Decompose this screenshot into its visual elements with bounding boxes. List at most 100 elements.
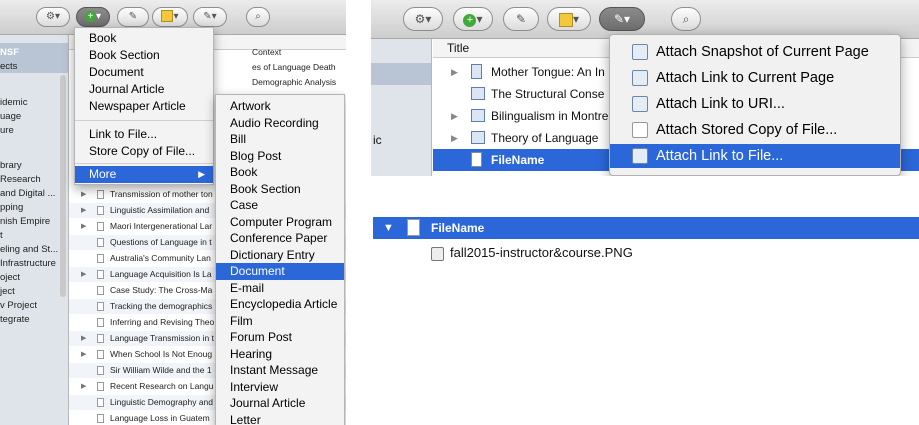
sidebar-item[interactable]: brary — [0, 160, 22, 171]
submenu-item[interactable]: Encyclopedia Article — [216, 296, 344, 313]
row-title: Sir William Wilde and the 1 — [110, 365, 212, 375]
menu-item-attach-link-current-page[interactable]: Attach Link to Current Page — [610, 66, 900, 90]
submenu-item[interactable]: Book — [216, 164, 344, 181]
expand-arrow-icon[interactable]: ▶ — [81, 219, 86, 234]
attachment-button[interactable]: ✎▾ — [599, 7, 645, 31]
sidebar-item[interactable]: ects — [0, 61, 17, 72]
new-item-menu: Book Book Section Document Journal Artic… — [74, 27, 214, 185]
submenu-item[interactable]: Blog Post — [216, 148, 344, 165]
search-button[interactable]: ⌕ — [246, 7, 270, 27]
new-item-from-identifier-button[interactable]: ✎ — [503, 7, 539, 31]
sidebar-item[interactable]: ure — [0, 125, 14, 136]
dropdown-arrow-icon: ▾ — [173, 11, 179, 22]
menu-item-newspaper-article[interactable]: Newspaper Article — [75, 98, 213, 115]
sidebar-item[interactable]: ject — [0, 286, 15, 297]
document-icon — [97, 414, 104, 423]
gear-icon: ⚙ — [414, 12, 426, 26]
row-title: Transmission of mother ton — [110, 189, 213, 199]
submenu-item[interactable]: Letter — [216, 412, 344, 425]
menu-item-label: Blog Post — [230, 148, 282, 163]
sidebar-item[interactable]: NSF — [0, 47, 19, 58]
menu-item-more[interactable]: More ▶ — [75, 166, 213, 183]
menu-item-attach-snapshot[interactable]: Attach Snapshot of Current Page — [610, 40, 900, 64]
search-button[interactable]: ⌕ — [671, 7, 701, 31]
sidebar-item[interactable]: nish Empire — [0, 216, 50, 227]
sidebar-item[interactable]: tegrate — [0, 314, 30, 325]
sidebar-item[interactable]: pping — [0, 202, 23, 213]
menu-item-attach-link-uri[interactable]: Attach Link to URI... — [610, 92, 900, 116]
link-file-icon — [632, 148, 648, 164]
selected-collection-highlight — [371, 63, 431, 85]
expand-arrow-icon[interactable]: ▶ — [451, 105, 458, 127]
sidebar-item[interactable]: and Digital ... — [0, 188, 55, 199]
submenu-item[interactable]: Computer Program — [216, 214, 344, 231]
menu-item-journal-article[interactable]: Journal Article — [75, 81, 213, 98]
sidebar-item[interactable]: uage — [0, 111, 21, 122]
submenu-item[interactable]: Journal Article — [216, 395, 344, 412]
document-icon — [97, 254, 104, 263]
submenu-item[interactable]: Conference Paper — [216, 230, 344, 247]
actions-gear-button[interactable]: ⚙▾ — [403, 7, 443, 31]
expand-arrow-icon[interactable]: ▶ — [81, 347, 86, 362]
document-icon — [632, 122, 648, 138]
row-title: Australia's Community Lan — [110, 253, 211, 263]
submenu-item[interactable]: Audio Recording — [216, 115, 344, 132]
menu-item-label: Encyclopedia Article — [230, 297, 338, 311]
expand-arrow-icon[interactable]: ▶ — [81, 203, 86, 218]
menu-item-book-section[interactable]: Book Section — [75, 47, 213, 64]
expand-arrow-icon[interactable]: ▶ — [451, 127, 458, 149]
sidebar-item[interactable]: Infrastructure — [0, 258, 56, 269]
submenu-item[interactable]: Artwork — [216, 98, 344, 115]
expand-arrow-icon[interactable]: ▶ — [81, 187, 86, 202]
submenu-item[interactable]: Film — [216, 313, 344, 330]
sidebar-item[interactable]: eling and St... — [0, 244, 58, 255]
dropdown-arrow-icon: ▾ — [211, 11, 217, 22]
menu-item-store-copy-of-file[interactable]: Store Copy of File... — [75, 143, 213, 160]
menu-item-label: Book Section — [230, 181, 301, 196]
submenu-item[interactable]: Bill — [216, 131, 344, 148]
document-icon — [97, 302, 104, 311]
submenu-item-document[interactable]: Document — [216, 263, 344, 280]
link-page-icon — [632, 70, 648, 86]
collapse-arrow-icon[interactable]: ▼ — [383, 217, 394, 239]
expand-arrow-icon[interactable]: ▶ — [81, 267, 86, 282]
document-icon — [97, 382, 104, 391]
menu-item-link-to-file[interactable]: Link to File... — [75, 126, 213, 143]
row-title: Mother Tongue: An In — [491, 65, 605, 79]
submenu-item[interactable]: Dictionary Entry — [216, 247, 344, 264]
column-cell: Context — [252, 47, 282, 57]
sidebar-item[interactable]: v Project — [0, 300, 37, 311]
sidebar-item[interactable]: t — [0, 230, 3, 241]
sidebar-item[interactable]: Research — [0, 174, 41, 185]
expand-arrow-icon[interactable]: ▶ — [81, 379, 86, 394]
attachment-row[interactable]: fall2015-instructor&course.PNG — [373, 241, 919, 265]
sidebar-scrollbar[interactable] — [60, 75, 66, 297]
submenu-item[interactable]: E-mail — [216, 280, 344, 297]
menu-item-label: Letter — [230, 412, 261, 425]
actions-gear-button[interactable]: ⚙▾ — [36, 7, 70, 27]
new-item-from-identifier-button[interactable]: ✎ — [117, 7, 149, 27]
menu-item-attach-stored-copy[interactable]: Attach Stored Copy of File... — [610, 118, 900, 142]
new-item-button[interactable]: + ▾ — [453, 7, 493, 31]
submenu-item[interactable]: Interview — [216, 379, 344, 396]
submenu-item[interactable]: Forum Post — [216, 329, 344, 346]
menu-item-label: Newspaper Article — [89, 99, 186, 113]
submenu-item[interactable]: Hearing — [216, 346, 344, 363]
sidebar-item[interactable]: ic — [373, 133, 382, 147]
menu-item-document[interactable]: Document — [75, 64, 213, 81]
new-item-button[interactable]: + ▾ — [76, 7, 110, 27]
new-note-button[interactable]: ▾ — [152, 7, 188, 27]
attachment-button[interactable]: ✎▾ — [193, 7, 227, 27]
parent-item-row[interactable]: ▼ FileName — [373, 217, 919, 239]
expand-arrow-icon[interactable]: ▶ — [451, 61, 458, 83]
dropdown-arrow-icon: ▾ — [425, 12, 432, 26]
sidebar-item[interactable]: oject — [0, 272, 20, 283]
submenu-item[interactable]: Book Section — [216, 181, 344, 198]
new-note-button[interactable]: ▾ — [547, 7, 591, 31]
expand-arrow-icon[interactable]: ▶ — [81, 331, 86, 346]
sidebar-item[interactable]: idemic — [0, 97, 27, 108]
submenu-item[interactable]: Case — [216, 197, 344, 214]
menu-item-attach-link-to-file[interactable]: Attach Link to File... — [610, 144, 900, 168]
submenu-item[interactable]: Instant Message — [216, 362, 344, 379]
menu-item-book[interactable]: Book — [75, 30, 213, 47]
